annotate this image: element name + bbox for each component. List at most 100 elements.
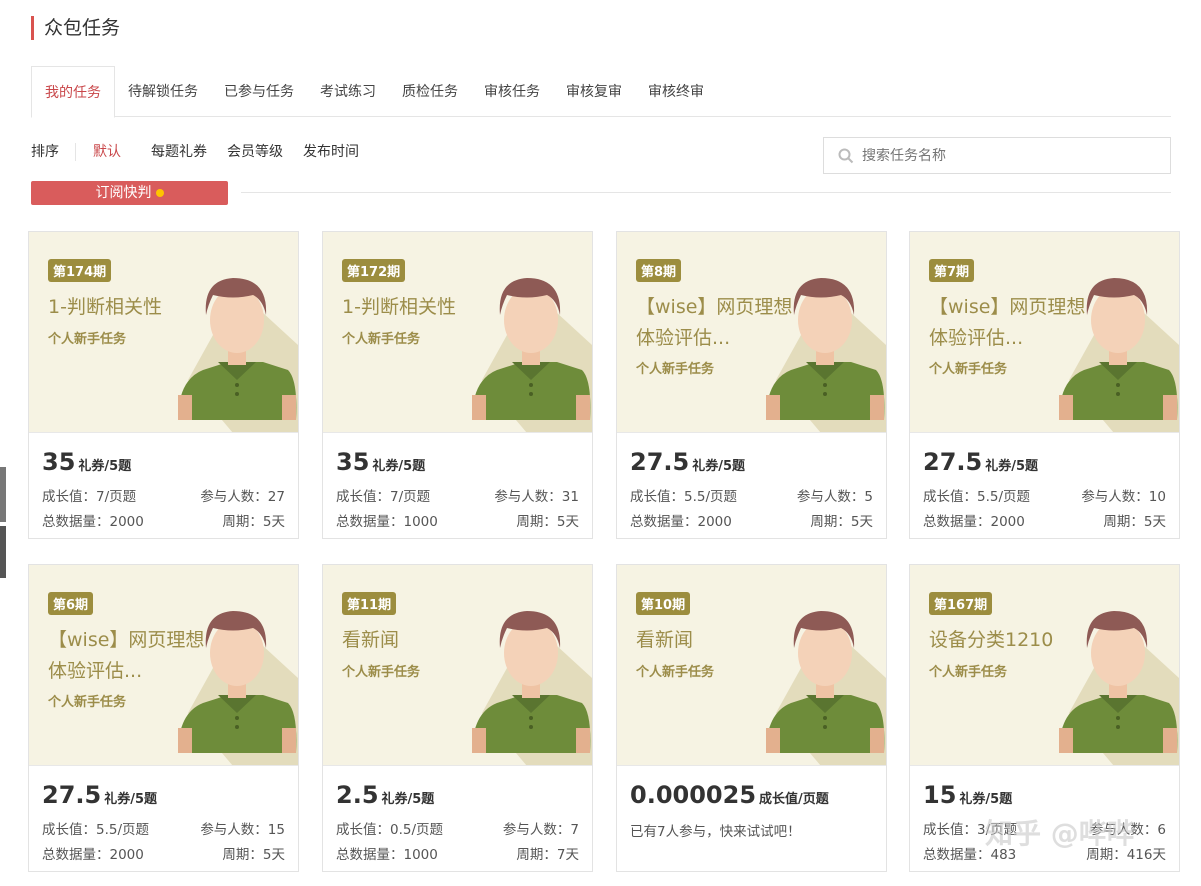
task-type: 个人新手任务 — [48, 695, 127, 710]
divider — [241, 192, 1171, 193]
issue-badge: 第172期 — [342, 259, 406, 282]
period: 周期：5天 — [1103, 514, 1166, 530]
growth-value: 成长值：3/页题 — [923, 822, 1018, 838]
search-box[interactable] — [823, 137, 1171, 174]
period: 周期：5天 — [516, 514, 579, 530]
reward-amount: 27.5 — [42, 781, 102, 809]
search-input[interactable] — [862, 147, 1142, 164]
task-tabs: 我的任务 待解锁任务 已参与任务 考试练习 质检任务 审核任务 审核复审 审核终… — [31, 66, 1171, 118]
task-type: 个人新手任务 — [929, 362, 1008, 377]
task-type: 个人新手任务 — [48, 332, 127, 347]
tab-my-tasks[interactable]: 我的任务 — [31, 66, 115, 118]
task-cover: 第11期 看新闻 个人新手任务 — [323, 565, 592, 766]
reward-amount: 27.5 — [923, 448, 983, 476]
sort-label: 排序 — [31, 143, 76, 161]
total-data: 总数据量：2000 — [923, 514, 1025, 530]
side-widget[interactable] — [0, 526, 6, 578]
side-widget[interactable] — [0, 467, 6, 522]
reward-amount: 15 — [923, 781, 957, 809]
task-card[interactable]: 第174期 1-判断相关性 个人新手任务 35 礼券/5题 成长值：7/页题 参与人… — [28, 231, 299, 539]
period: 周期：5天 — [810, 514, 873, 530]
sort-member-level[interactable]: 会员等级 — [227, 143, 283, 161]
subscribe-button[interactable]: 订阅快判 — [31, 181, 228, 205]
tab-locked-tasks[interactable]: 待解锁任务 — [115, 66, 211, 117]
subscribe-label: 订阅快判 — [95, 185, 152, 201]
issue-badge: 第10期 — [636, 592, 691, 615]
participant-count: 参与人数：31 — [494, 489, 579, 505]
task-card[interactable]: 第7期 【wise】网页理想体验评估... 个人新手任务 27.5 礼券/5题 成… — [909, 231, 1180, 539]
task-card[interactable]: 第8期 【wise】网页理想体验评估... 个人新手任务 27.5 礼券/5题 成… — [616, 231, 887, 539]
issue-badge: 第7期 — [929, 259, 975, 282]
issue-badge: 第6期 — [48, 592, 94, 615]
total-data: 总数据量：2000 — [42, 514, 144, 530]
task-name: 1-判断相关性 — [342, 296, 456, 318]
total-data: 总数据量：1000 — [336, 514, 438, 530]
tab-review-final[interactable]: 审核终审 — [635, 66, 717, 117]
sort-bar: 排序 默认 每题礼券 会员等级 发布时间 — [31, 143, 379, 161]
task-cover: 第172期 1-判断相关性 个人新手任务 — [323, 232, 592, 433]
growth-value: 成长值：5.5/页题 — [923, 489, 1031, 505]
reward-amount: 0.000025 — [630, 781, 757, 809]
task-type: 个人新手任务 — [636, 665, 715, 680]
participant-count: 参与人数：6 — [1089, 822, 1166, 838]
growth-value: 成长值：7/页题 — [336, 489, 431, 505]
reward-unit: 成长值/页题 — [759, 792, 829, 807]
task-card[interactable]: 第172期 1-判断相关性 个人新手任务 35 礼券/5题 成长值：7/页题 参与人… — [322, 231, 593, 539]
participant-count: 参与人数：15 — [200, 822, 285, 838]
sort-coupon[interactable]: 每题礼券 — [151, 143, 207, 161]
task-type: 个人新手任务 — [929, 665, 1008, 680]
tab-joined-tasks[interactable]: 已参与任务 — [211, 66, 307, 117]
task-type: 个人新手任务 — [342, 332, 421, 347]
sort-publish-time[interactable]: 发布时间 — [303, 143, 359, 161]
issue-badge: 第8期 — [636, 259, 682, 282]
reward-unit: 礼券/5题 — [692, 459, 746, 474]
task-card[interactable]: 第167期 设备分类1210 个人新手任务 15 礼券/5题 成长值：3/页题 参与… — [909, 564, 1180, 872]
total-data: 总数据量：2000 — [630, 514, 732, 530]
reward-amount: 27.5 — [630, 448, 690, 476]
task-cover: 第8期 【wise】网页理想体验评估... 个人新手任务 — [617, 232, 886, 433]
task-card[interactable]: 第11期 看新闻 个人新手任务 2.5 礼券/5题 成长值：0.5/页题 参与人数：… — [322, 564, 593, 872]
tab-qa-tasks[interactable]: 质检任务 — [389, 66, 471, 117]
task-cover: 第6期 【wise】网页理想体验评估... 个人新手任务 — [29, 565, 298, 766]
task-card[interactable]: 第10期 看新闻 个人新手任务 0.000025 成长值/页题 已有7人参与，快来… — [616, 564, 887, 872]
task-type: 个人新手任务 — [342, 665, 421, 680]
total-data: 总数据量：2000 — [42, 847, 144, 863]
period: 周期：5天 — [222, 847, 285, 863]
participant-count: 参与人数：7 — [502, 822, 579, 838]
tab-review-recheck[interactable]: 审核复审 — [553, 66, 635, 117]
notification-dot — [155, 189, 164, 197]
task-type: 个人新手任务 — [636, 362, 715, 377]
task-name: 看新闻 — [636, 629, 694, 651]
period: 周期：5天 — [222, 514, 285, 530]
task-cover: 第174期 1-判断相关性 个人新手任务 — [29, 232, 298, 433]
participant-count: 参与人数：27 — [200, 489, 285, 505]
reward-unit: 礼券/5题 — [985, 459, 1039, 474]
page-title: 众包任务 — [31, 16, 120, 40]
task-card[interactable]: 第6期 【wise】网页理想体验评估... 个人新手任务 27.5 礼券/5题 成… — [28, 564, 299, 872]
tab-exam-practice[interactable]: 考试练习 — [307, 66, 389, 117]
task-name: 1-判断相关性 — [48, 296, 162, 318]
tab-review-tasks[interactable]: 审核任务 — [471, 66, 553, 117]
reward-amount: 2.5 — [336, 781, 379, 809]
task-cover: 第167期 设备分类1210 个人新手任务 — [910, 565, 1179, 766]
task-cover: 第7期 【wise】网页理想体验评估... 个人新手任务 — [910, 232, 1179, 433]
growth-value: 成长值：5.5/页题 — [42, 822, 150, 838]
reward-unit: 礼券/5题 — [104, 792, 158, 807]
task-name: 设备分类1210 — [929, 629, 1054, 651]
reward-amount: 35 — [42, 448, 76, 476]
total-data: 总数据量：483 — [923, 847, 1017, 863]
task-name: 【wise】网页理想体验评估... — [929, 296, 1086, 349]
period: 周期：416天 — [1086, 847, 1166, 863]
participant-count: 参与人数：10 — [1081, 489, 1166, 505]
reward-unit: 礼券/5题 — [381, 792, 435, 807]
issue-badge: 第11期 — [342, 592, 397, 615]
growth-value: 成长值：7/页题 — [42, 489, 137, 505]
participant-count: 参与人数：5 — [796, 489, 873, 505]
reward-unit: 礼券/5题 — [372, 459, 426, 474]
reward-unit: 礼券/5题 — [78, 459, 132, 474]
reward-amount: 35 — [336, 448, 370, 476]
sort-default[interactable]: 默认 — [93, 143, 121, 161]
issue-badge: 第174期 — [48, 259, 112, 282]
growth-value: 成长值：0.5/页题 — [336, 822, 444, 838]
total-data: 总数据量：1000 — [336, 847, 438, 863]
